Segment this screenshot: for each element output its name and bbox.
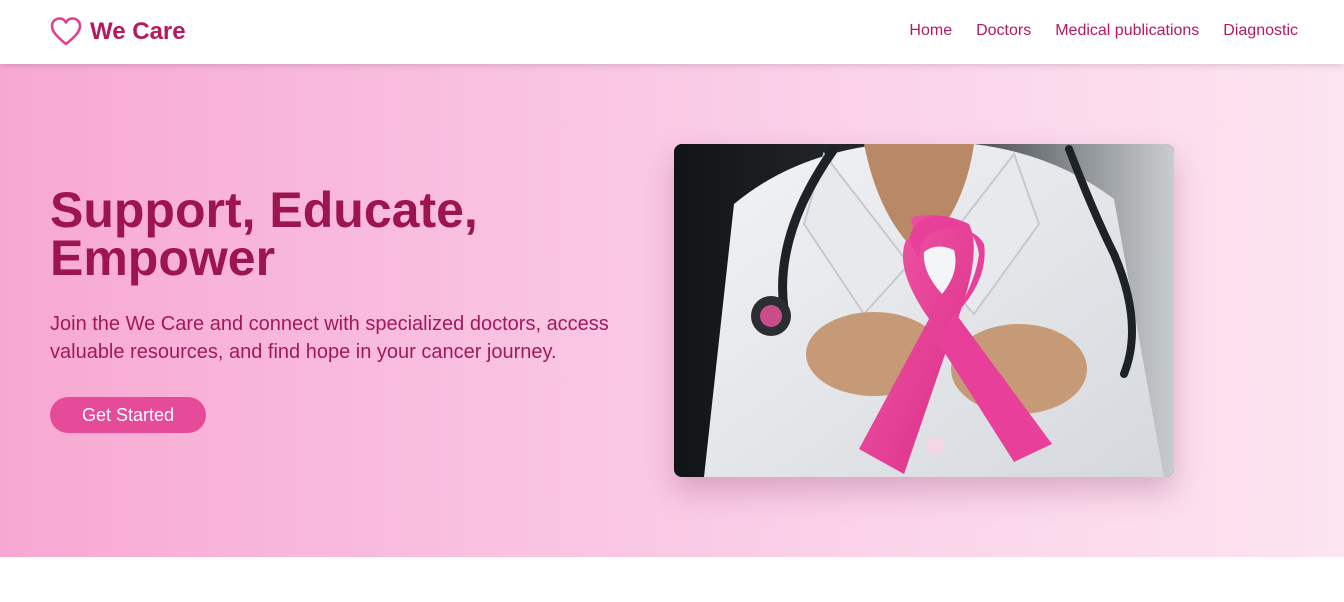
nav-link-diagnostic[interactable]: Diagnostic bbox=[1223, 20, 1298, 42]
hero-section: Support, Educate, Empower Join the We Ca… bbox=[0, 64, 1344, 557]
hero-title: Support, Educate, Empower bbox=[50, 182, 478, 286]
main-nav: Home Doctors Medical publications Diagno… bbox=[885, 20, 1298, 42]
hero-image bbox=[674, 144, 1174, 477]
nav-link-home[interactable]: Home bbox=[909, 20, 952, 42]
nav-link-doctors[interactable]: Doctors bbox=[976, 20, 1031, 42]
heart-icon bbox=[50, 17, 82, 46]
doctor-with-ribbon-illustration bbox=[674, 144, 1174, 477]
brand-logo-link[interactable]: We Care bbox=[50, 16, 186, 48]
hero-subtitle: Join the We Care and connect with specia… bbox=[50, 313, 609, 363]
nav-link-medical-publications[interactable]: Medical publications bbox=[1055, 20, 1199, 42]
brand-name: We Care bbox=[90, 18, 186, 45]
get-started-button[interactable]: Get Started bbox=[50, 397, 206, 433]
top-navbar: We Care Home Doctors Medical publication… bbox=[0, 0, 1344, 64]
